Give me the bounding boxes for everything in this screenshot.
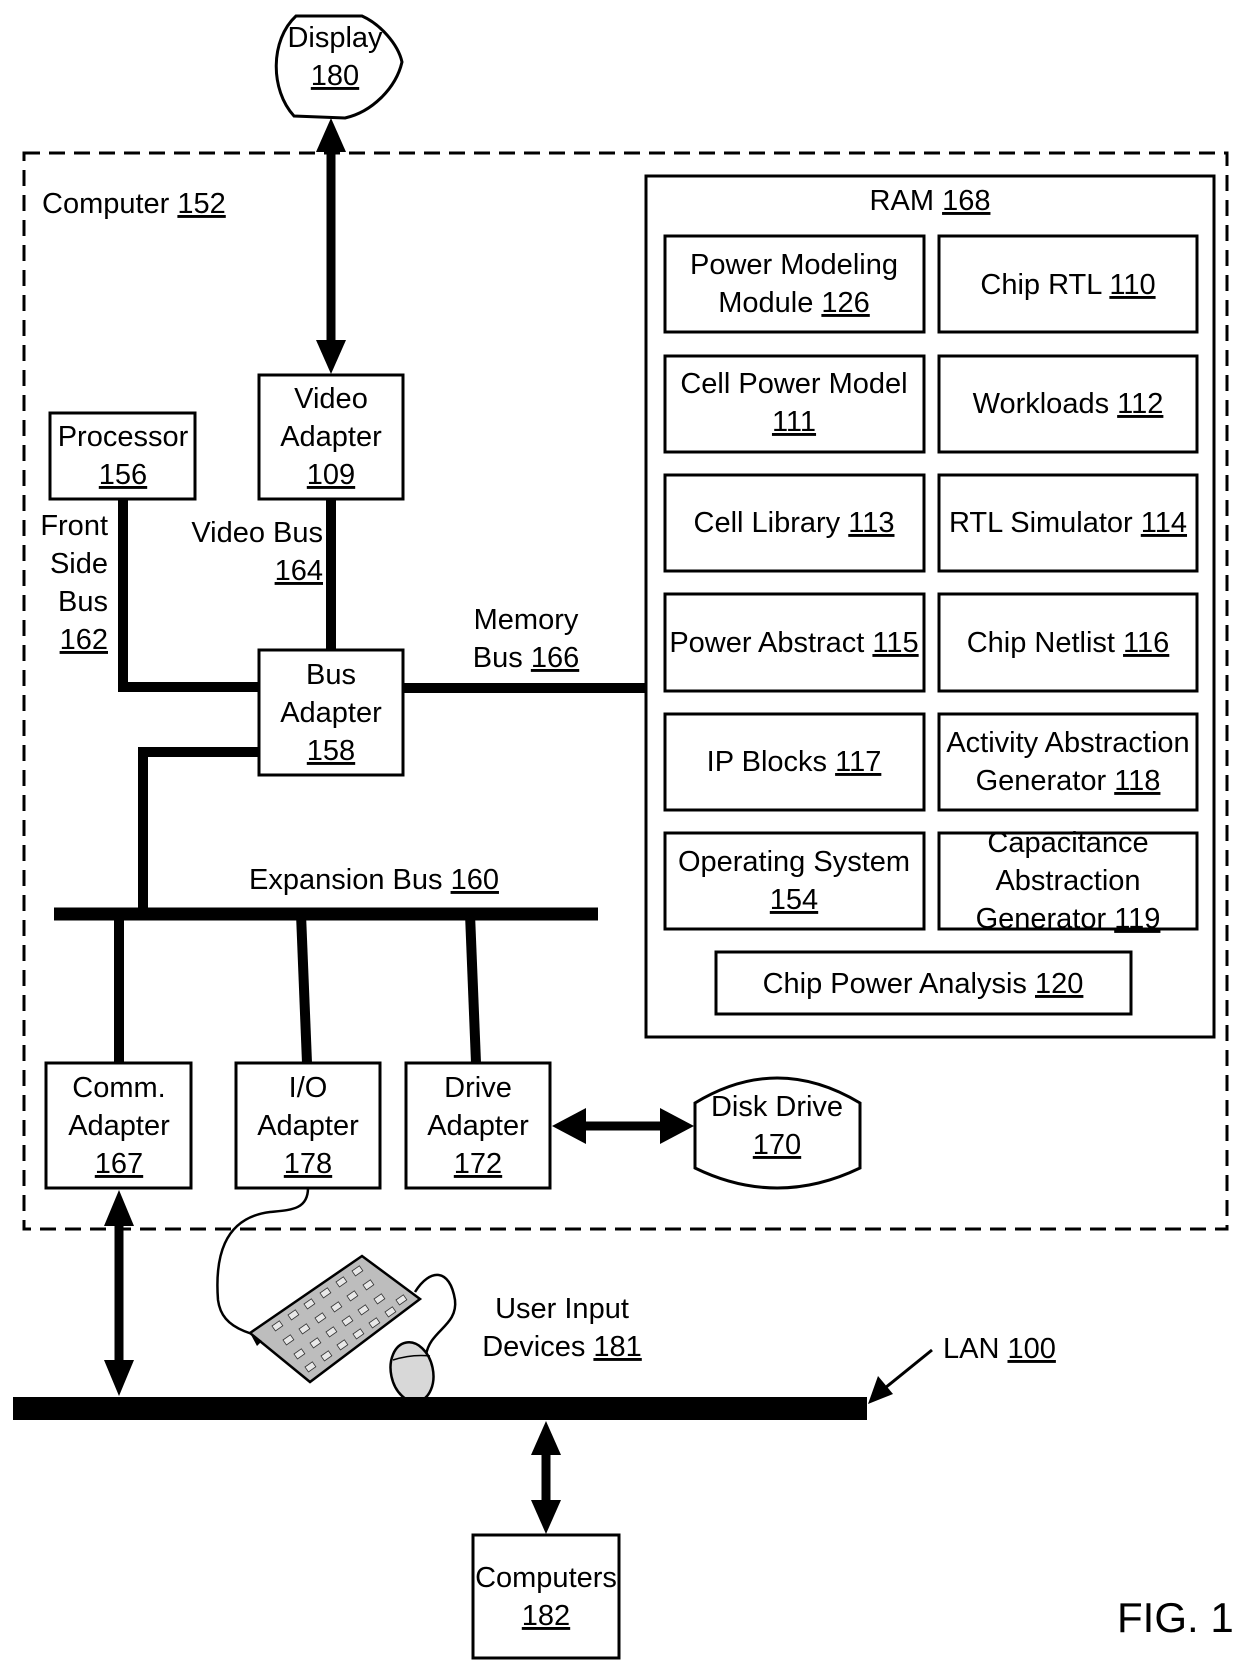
system-block-diagram: Computer 152 Display 180 Video Adapter 1… (13, 14, 1234, 1660)
svg-text:Front: Front (40, 510, 108, 542)
figure-label: FIG. 1 (1117, 1594, 1234, 1641)
video-adapter-ref: 109 (307, 459, 355, 491)
video-bus-label: Video Bus 164 (191, 517, 323, 587)
svg-text:172: 172 (454, 1148, 502, 1180)
video-adapter-label: Video (294, 383, 368, 415)
io-adapter-drop (296, 913, 312, 1064)
lan-label: LAN 100 (943, 1333, 1056, 1365)
ram-module-chip-power-analysis[interactable]: Chip Power Analysis 120 (714, 950, 1133, 1016)
bus-adapter-label-2: Adapter (280, 697, 382, 729)
ram-label: RAM 168 (870, 185, 991, 217)
svg-text:154: 154 (770, 884, 818, 916)
svg-text:Drive: Drive (444, 1072, 512, 1104)
svg-text:170: 170 (753, 1129, 801, 1161)
svg-text:Bus: Bus (58, 586, 108, 618)
svg-text:Workloads 112: Workloads 112 (973, 388, 1164, 420)
svg-text:Generator 119: Generator 119 (976, 903, 1161, 935)
svg-text:111: 111 (772, 406, 816, 438)
svg-text:Abstraction: Abstraction (995, 865, 1140, 897)
processor[interactable]: Processor 156 (48, 411, 197, 501)
svg-text:Generator 118: Generator 118 (976, 765, 1161, 797)
svg-text:Side: Side (50, 548, 108, 580)
svg-text:Bus 166: Bus 166 (473, 642, 579, 674)
ram-module-cell-power-model[interactable]: Cell Power Model 111 (663, 354, 926, 454)
display-node[interactable]: Display 180 (274, 14, 404, 120)
display-video-arrow (316, 118, 346, 374)
svg-text:Adapter: Adapter (257, 1110, 359, 1142)
ram-module-power-modeling-module[interactable]: Power Modeling Module 126 (663, 234, 926, 334)
mouse-cable (413, 1273, 457, 1356)
ram-module-operating-system[interactable]: Operating System 154 (663, 831, 926, 931)
processor-label: Processor (58, 421, 189, 453)
svg-text:Cell Library 113: Cell Library 113 (694, 507, 895, 539)
front-side-bus-label: Front Side Bus 162 (40, 510, 108, 656)
computer-label: Computer 152 (42, 188, 226, 220)
lan-pointer-arrow (868, 1348, 933, 1404)
ram-module-capacitance-abstraction-generator[interactable]: Capacitance Abstraction Generator 119 (937, 827, 1199, 935)
svg-text:Computers: Computers (475, 1562, 617, 1594)
drive-disk-arrow (552, 1108, 694, 1144)
svg-text:Adapter: Adapter (427, 1110, 529, 1142)
svg-text:Power Abstract 115: Power Abstract 115 (669, 627, 918, 659)
computers[interactable]: Computers 182 (471, 1533, 621, 1660)
comm-adapter[interactable]: Comm. Adapter 167 (44, 1061, 193, 1190)
ram-module-workloads[interactable]: Workloads 112 (937, 354, 1199, 454)
svg-text:I/O: I/O (289, 1072, 328, 1104)
svg-text:Capacitance: Capacitance (987, 827, 1148, 859)
video-adapter[interactable]: Video Adapter 109 (257, 373, 405, 501)
svg-text:Comm.: Comm. (72, 1072, 165, 1104)
svg-text:User Input: User Input (495, 1293, 629, 1325)
svg-text:Power Modeling: Power Modeling (690, 249, 898, 281)
ram-module-chip-rtl[interactable]: Chip RTL 110 (937, 234, 1199, 334)
drive-adapter-drop (465, 913, 481, 1064)
display-label: Display (287, 22, 383, 54)
ram-module-chip-netlist[interactable]: Chip Netlist 116 (937, 592, 1199, 693)
svg-text:Operating System: Operating System (678, 846, 910, 878)
svg-text:Chip RTL 110: Chip RTL 110 (980, 269, 1155, 301)
lan-computers-arrow (531, 1421, 561, 1534)
svg-text:167: 167 (95, 1148, 143, 1180)
svg-text:182: 182 (522, 1600, 570, 1632)
svg-text:Module 126: Module 126 (718, 287, 870, 319)
comm-lan-arrow (104, 1190, 134, 1396)
bus-adapter-expansion-link (138, 747, 259, 914)
svg-text:Adapter: Adapter (68, 1110, 170, 1142)
svg-text:Memory: Memory (474, 604, 579, 636)
svg-text:162: 162 (60, 624, 108, 656)
drive-adapter[interactable]: Drive Adapter 172 (404, 1061, 552, 1190)
svg-text:Activity Abstraction: Activity Abstraction (946, 727, 1189, 759)
disk-drive[interactable]: Disk Drive 170 (693, 1076, 862, 1190)
svg-text:RTL Simulator 114: RTL Simulator 114 (949, 507, 1187, 539)
ram-module-cell-library[interactable]: Cell Library 113 (663, 473, 926, 573)
video-adapter-label-2: Adapter (280, 421, 382, 453)
svg-text:IP Blocks 117: IP Blocks 117 (707, 746, 882, 778)
bus-adapter[interactable]: Bus Adapter 158 (257, 648, 405, 777)
ram-module-ip-blocks[interactable]: IP Blocks 117 (663, 712, 926, 812)
lan-bar (13, 1397, 867, 1420)
ram-module-activity-abstraction-generator[interactable]: Activity Abstraction Generator 118 (937, 712, 1199, 812)
bus-adapter-label: Bus (306, 659, 356, 691)
user-input-devices-label: User Input Devices 181 (482, 1293, 642, 1363)
expansion-bus-label: Expansion Bus 160 (249, 864, 499, 896)
mouse-icon[interactable] (385, 1338, 439, 1405)
ram-module-rtl-simulator[interactable]: RTL Simulator 114 (937, 473, 1199, 573)
io-adapter[interactable]: I/O Adapter 178 (234, 1061, 382, 1190)
svg-text:Devices 181: Devices 181 (482, 1331, 642, 1363)
svg-text:Cell Power Model: Cell Power Model (680, 368, 907, 400)
ram-module-power-abstract[interactable]: Power Abstract 115 (663, 592, 926, 693)
svg-text:164: 164 (275, 555, 323, 587)
svg-text:Disk Drive: Disk Drive (711, 1091, 843, 1123)
svg-text:Video Bus: Video Bus (191, 517, 323, 549)
bus-adapter-ref: 158 (307, 735, 355, 767)
svg-text:Chip Netlist 116: Chip Netlist 116 (967, 627, 1170, 659)
svg-text:178: 178 (284, 1148, 332, 1180)
processor-ref: 156 (99, 459, 147, 491)
memory-bus-label: Memory Bus 166 (473, 604, 579, 674)
svg-text:Chip Power Analysis 120: Chip Power Analysis 120 (763, 968, 1084, 1000)
display-ref: 180 (311, 60, 359, 92)
